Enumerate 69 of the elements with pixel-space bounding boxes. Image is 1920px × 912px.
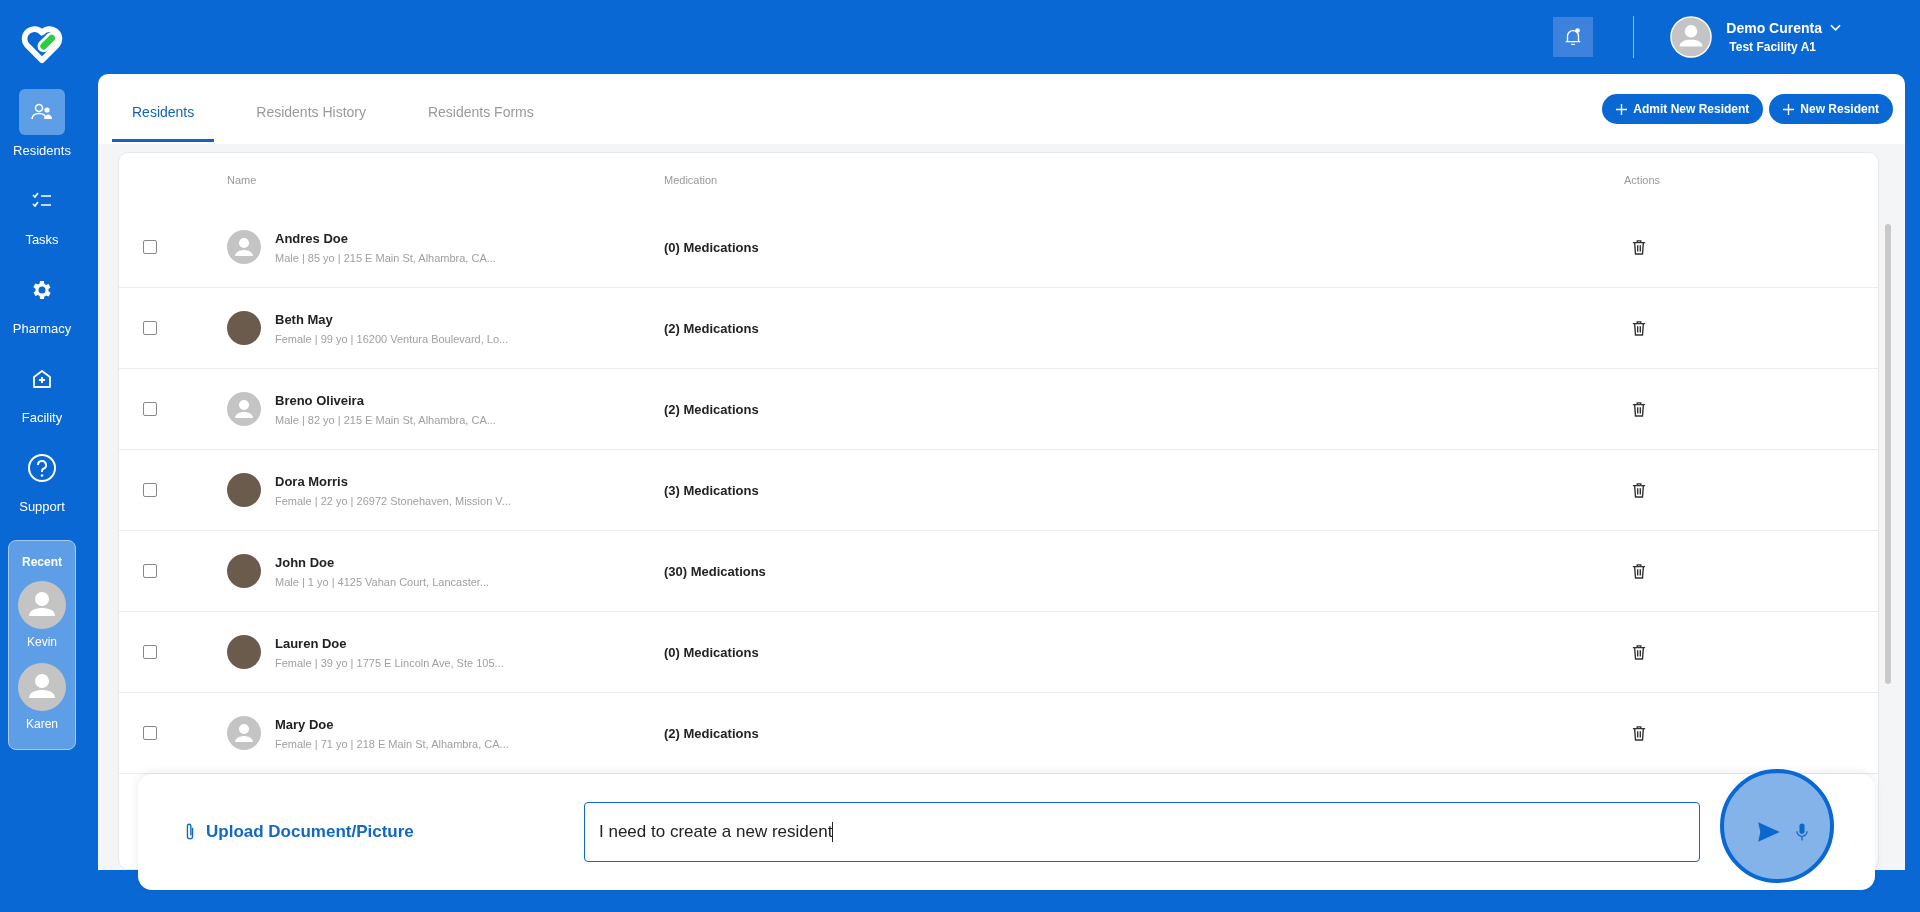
medication-count[interactable]: (0) Medications: [664, 644, 1624, 660]
notification-button[interactable]: [1553, 17, 1594, 57]
avatar-icon[interactable]: [18, 581, 66, 629]
paperclip-icon: [184, 822, 196, 842]
resident-details: Male | 85 yo | 215 E Main St, Alhambra, CA...: [275, 251, 496, 264]
chevron-down-icon[interactable]: [1830, 24, 1841, 32]
medication-count[interactable]: (30) Medications: [664, 563, 1624, 579]
medication-count[interactable]: (2) Medications: [664, 725, 1624, 741]
row-checkbox[interactable]: [143, 483, 157, 497]
row-checkbox[interactable]: [143, 564, 157, 578]
sidebar-item[interactable]: Pharmacy: [12, 267, 72, 336]
resident-name[interactable]: John Doe: [275, 554, 490, 570]
medication-count[interactable]: (2) Medications: [664, 401, 1624, 417]
delete-icon[interactable]: [1632, 320, 1646, 336]
row-checkbox[interactable]: [143, 402, 157, 416]
column-header: Name: [227, 174, 258, 186]
resident-name[interactable]: Mary Doe: [275, 716, 509, 732]
resident-name[interactable]: Dora Morris: [275, 473, 511, 489]
logo-icon[interactable]: [19, 26, 65, 64]
photo-placeholder: [227, 554, 261, 588]
resident-name[interactable]: Lauren Doe: [275, 635, 504, 651]
row-checkbox[interactable]: [143, 726, 157, 740]
sidebar-item[interactable]: Facility: [19, 356, 65, 425]
send-icon[interactable]: [1756, 819, 1782, 845]
resident-details: Female | 71 yo | 218 E Main St, Alhambra, CA...: [275, 737, 509, 750]
avatar-icon[interactable]: [18, 663, 66, 711]
recent-title: Recent: [22, 555, 62, 569]
photo-placeholder: [227, 473, 261, 507]
medication-count[interactable]: (0) Medications: [664, 239, 1624, 255]
medication-count[interactable]: (3) Medications: [664, 482, 1624, 498]
resident-details: Male | 1 yo | 4125 Vahan Court, Lancaster...: [275, 575, 490, 588]
upload-link[interactable]: Upload Document/Picture: [184, 822, 584, 842]
help-icon: [27, 453, 57, 483]
message-field[interactable]: I need to create a new resident: [584, 802, 1700, 862]
facility-name: Test Facility A1: [1728, 40, 1817, 54]
plus-icon: [1783, 103, 1795, 115]
resident-details: Female | 99 yo | 16200 Ventura Boulevard, Lo...: [275, 332, 509, 345]
sidebar-item[interactable]: Support: [19, 445, 65, 514]
row-checkbox[interactable]: [143, 645, 157, 659]
row-checkbox[interactable]: [143, 240, 157, 254]
avatar-icon: [227, 392, 261, 426]
avatar-icon: [227, 716, 261, 750]
medication-count[interactable]: (2) Medications: [664, 320, 1624, 336]
row-checkbox[interactable]: [143, 321, 157, 335]
photo-placeholder: [227, 635, 261, 669]
delete-icon[interactable]: [1632, 482, 1646, 498]
photo-placeholder: [227, 311, 261, 345]
user-name[interactable]: Demo Curenta: [1726, 20, 1822, 36]
resident-details: Female | 22 yo | 26972 Stonehaven, Mission V...: [275, 494, 511, 507]
resident-name[interactable]: Breno Oliveira: [275, 392, 496, 408]
delete-icon[interactable]: [1632, 239, 1646, 255]
microphone-icon[interactable]: [1796, 821, 1808, 843]
delete-icon[interactable]: [1632, 644, 1646, 660]
resident-name[interactable]: Beth May: [275, 311, 509, 327]
sidebar-item[interactable]: Tasks: [19, 178, 65, 247]
add-resident-button[interactable]: Admit New Resident: [1602, 94, 1764, 124]
user-avatar-icon[interactable]: [1670, 16, 1713, 58]
delete-icon[interactable]: [1632, 725, 1646, 741]
house-plus-icon: [30, 367, 54, 391]
column-header: Actions: [1624, 174, 1662, 186]
resident-details: Female | 39 yo | 1775 E Lincoln Ave, Ste 105...: [275, 656, 504, 669]
add-resident-button[interactable]: New Resident: [1769, 94, 1893, 124]
plus-icon: [1616, 103, 1628, 115]
avatar-icon: [227, 230, 261, 264]
delete-icon[interactable]: [1632, 563, 1646, 579]
column-header: Medication: [664, 174, 719, 186]
resident-name[interactable]: Andres Doe: [275, 230, 496, 246]
resident-details: Male | 82 yo | 215 E Main St, Alhambra, CA...: [275, 413, 496, 426]
delete-icon[interactable]: [1632, 401, 1646, 417]
